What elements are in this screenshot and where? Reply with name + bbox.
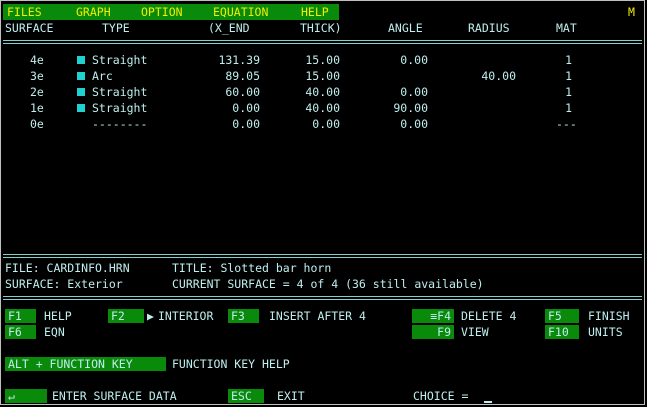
- f5-label: FINISH: [588, 309, 630, 323]
- enter-key-button[interactable]: ↵: [5, 389, 47, 403]
- cell-type: Arc: [92, 69, 113, 83]
- info-divider: [3, 254, 642, 255]
- menu-help[interactable]: HELP: [301, 5, 329, 19]
- cell-mat: 1: [565, 101, 572, 115]
- mode-indicator: M: [628, 5, 635, 19]
- cell-x-end: 89.05: [225, 69, 260, 83]
- f4-key-button[interactable]: ≡F4: [412, 309, 454, 323]
- fkey-divider-2: [3, 299, 642, 300]
- cell-thick: 15.00: [305, 69, 340, 83]
- header-mat: MAT: [556, 21, 577, 35]
- current-surface-info: CURRENT SURFACE = 4 of 4 (36 still avail…: [172, 277, 484, 291]
- f2-arrow-icon: ▶: [147, 309, 154, 323]
- enter-label: ENTER SURFACE DATA: [52, 389, 177, 403]
- cell-x-end: 60.00: [225, 85, 260, 99]
- f9-label: VIEW: [461, 325, 489, 339]
- surface-marker-icon: [77, 56, 85, 64]
- menu-equation[interactable]: EQUATION: [213, 5, 268, 19]
- header-surface: SURFACE: [5, 21, 54, 35]
- menu-files[interactable]: FILES: [7, 5, 42, 19]
- cell-radius: 40.00: [481, 69, 516, 83]
- surface-marker-icon: [77, 104, 85, 112]
- f3-key-button[interactable]: F3: [228, 309, 259, 323]
- f1-label: HELP: [44, 309, 72, 323]
- f2-label: INTERIOR: [158, 309, 214, 323]
- cell-angle: 90.00: [393, 101, 428, 115]
- file-info: FILE: CARDINFO.HRN: [5, 261, 130, 275]
- cell-mat: 1: [565, 69, 572, 83]
- cell-surface: 3e: [30, 69, 44, 83]
- cell-thick: 40.00: [305, 85, 340, 99]
- cell-surface: 2e: [30, 85, 44, 99]
- header-thick: THICK): [300, 21, 342, 35]
- f5-key-button[interactable]: F5: [545, 309, 579, 323]
- cell-x-end: 131.39: [218, 53, 260, 67]
- cell-x-end: 0.00: [232, 101, 260, 115]
- cell-surface: 0e: [30, 117, 44, 131]
- esc-label: EXIT: [277, 389, 305, 403]
- header-divider-2: [3, 43, 642, 44]
- cell-type: Straight: [92, 101, 148, 115]
- surface-marker-icon: [77, 88, 85, 96]
- cell-mat: 1: [565, 53, 572, 67]
- cell-angle: 0.00: [400, 85, 428, 99]
- menu-graph[interactable]: GRAPH: [76, 5, 111, 19]
- cell-thick: 0.00: [312, 117, 340, 131]
- cell-angle: 0.00: [400, 117, 428, 131]
- cell-thick: 15.00: [305, 53, 340, 67]
- header-radius: RADIUS: [468, 21, 510, 35]
- f10-label: UNITS: [588, 325, 623, 339]
- fkey-divider: [3, 296, 642, 297]
- title-info: TITLE: Slotted bar horn: [172, 261, 332, 275]
- cell-type: Straight: [92, 85, 148, 99]
- cell-x-end: 0.00: [232, 117, 260, 131]
- surface-marker-icon: [77, 72, 85, 80]
- choice-input-cursor[interactable]: [484, 401, 492, 403]
- choice-label: CHOICE =: [413, 389, 469, 403]
- header-angle: ANGLE: [388, 21, 423, 35]
- cell-type: Straight: [92, 53, 148, 67]
- cell-type: --------: [92, 117, 148, 131]
- f3-label: INSERT AFTER 4: [269, 309, 366, 323]
- cell-mat: ---: [556, 117, 577, 131]
- f1-key-button[interactable]: F1: [5, 309, 36, 323]
- cell-mat: 1: [565, 85, 572, 99]
- f4-label: DELETE 4: [461, 309, 517, 323]
- f10-key-button[interactable]: F10: [545, 325, 579, 339]
- esc-key-button[interactable]: ESC: [228, 389, 264, 403]
- surface-info: SURFACE: Exterior: [5, 277, 123, 291]
- cell-thick: 40.00: [305, 101, 340, 115]
- alt-function-key-button[interactable]: ALT + FUNCTION KEY: [5, 357, 166, 371]
- alt-function-key-label: FUNCTION KEY HELP: [172, 357, 290, 371]
- cell-surface: 1e: [30, 101, 44, 115]
- header-type: TYPE: [102, 21, 130, 35]
- f2-key-button[interactable]: F2: [108, 309, 144, 323]
- header-x-end: (X_END: [208, 21, 250, 35]
- menu-option[interactable]: OPTION: [141, 5, 183, 19]
- f6-key-button[interactable]: F6: [5, 325, 36, 339]
- cell-angle: 0.00: [400, 53, 428, 67]
- f6-label: EQN: [44, 325, 65, 339]
- cell-surface: 4e: [30, 53, 44, 67]
- header-divider: [3, 40, 642, 41]
- info-divider-2: [3, 257, 642, 258]
- f9-key-button[interactable]: F9: [412, 325, 454, 339]
